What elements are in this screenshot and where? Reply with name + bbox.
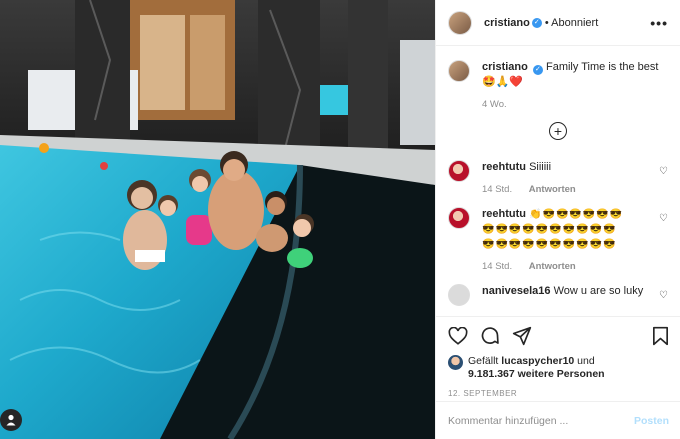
pool-family-photo (0, 0, 435, 439)
caption-username[interactable]: cristiano (482, 61, 528, 73)
comment-meta: 14 Std. Antworten (482, 259, 668, 274)
comment-text: Siiiiii (529, 161, 552, 173)
comment-username[interactable]: reehtutu (482, 208, 526, 220)
likes-summary: Gefällt lucaspycher10 und 9.181.367 weit… (448, 355, 669, 381)
reply-button[interactable]: Antworten (529, 184, 576, 195)
more-options-icon[interactable]: ••• (650, 15, 668, 31)
post-photo[interactable] (0, 0, 435, 439)
save-bookmark-icon[interactable] (652, 326, 669, 346)
caption-meta: 4 Wo. (482, 97, 668, 112)
likes-and: und (577, 355, 595, 367)
comment-input[interactable] (448, 414, 634, 427)
likes-count[interactable]: 9.181.367 weitere Personen (468, 368, 605, 380)
like-heart-icon[interactable] (448, 327, 468, 345)
comment-row: nanivesela16 Wow u are so luky ♡ (448, 284, 668, 306)
like-comment-heart-icon[interactable]: ♡ (659, 290, 668, 301)
like-comment-heart-icon[interactable]: ♡ (659, 213, 668, 224)
comment-avatar[interactable] (448, 284, 470, 306)
comments-list: cristiano ✓ Family Time is the best🤩🙏❤️ … (436, 46, 680, 316)
author-username[interactable]: cristiano (484, 17, 530, 29)
comment-text: Wow u are so luky (553, 285, 644, 297)
follow-label[interactable]: Abonniert (551, 17, 598, 29)
verified-badge-icon: ✓ (532, 65, 543, 75)
like-comment-heart-icon[interactable]: ♡ (659, 166, 668, 177)
comment-bubble-icon[interactable] (480, 326, 500, 346)
post-date[interactable]: 12. September (448, 389, 669, 398)
add-comment-bar: Posten (436, 401, 680, 439)
post-actions: Gefällt lucaspycher10 und 9.181.367 weit… (436, 316, 680, 398)
action-icons (448, 325, 669, 347)
reply-button[interactable]: Antworten (529, 261, 576, 272)
comment-username[interactable]: nanivesela16 (482, 285, 551, 297)
comment-username[interactable]: reehtutu (482, 161, 526, 173)
follow-status[interactable]: • Abonniert (545, 17, 598, 29)
comment-row: reehtutu Siiiiii 14 Std. Antworten ♡ (448, 160, 668, 197)
comment-time[interactable]: 14 Std. (482, 184, 512, 195)
caption-avatar[interactable] (448, 60, 470, 82)
likes-prefix: Gefällt (468, 355, 499, 367)
post-comment-button[interactable]: Posten (634, 415, 669, 427)
comment-time[interactable]: 14 Std. (482, 261, 512, 272)
caption-age[interactable]: 4 Wo. (482, 99, 507, 110)
caption-row: cristiano ✓ Family Time is the best🤩🙏❤️ … (448, 60, 668, 112)
comment-avatar[interactable] (448, 207, 470, 229)
load-more-comments[interactable]: + (448, 122, 668, 140)
plus-circle-icon[interactable]: + (549, 122, 567, 140)
post-header: cristiano ✓ • Abonniert ••• (436, 0, 680, 46)
comment-row: reehtutu 👏😎😎😎😎😎😎 😎😎😎😎😎😎😎😎😎😎 😎😎😎😎😎😎😎😎😎😎 1… (448, 207, 668, 274)
verified-badge-icon: ✓ (531, 17, 542, 28)
author-avatar[interactable] (448, 10, 472, 35)
liker-avatar[interactable] (448, 355, 463, 370)
liker-username[interactable]: lucaspycher10 (501, 355, 574, 367)
comment-meta: 14 Std. Antworten (482, 182, 668, 197)
tagged-users-icon[interactable] (0, 409, 22, 431)
post-panel: cristiano ✓ • Abonniert ••• cristiano ✓ … (435, 0, 680, 439)
share-paper-plane-icon[interactable] (512, 326, 532, 346)
comment-avatar[interactable] (448, 160, 470, 182)
